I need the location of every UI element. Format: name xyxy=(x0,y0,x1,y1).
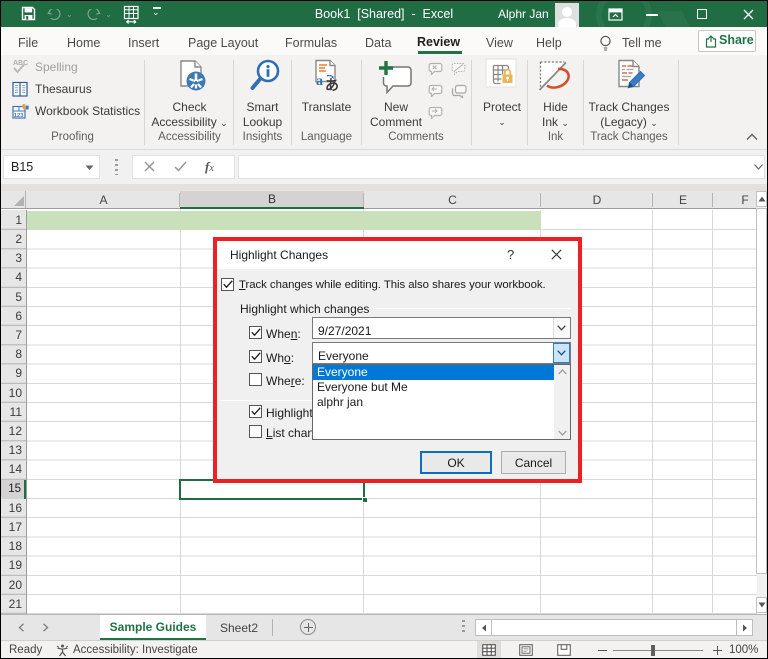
svg-text:あ: あ xyxy=(325,77,339,93)
svg-text:a: a xyxy=(316,74,323,89)
svg-text:ABC: ABC xyxy=(13,60,28,67)
svg-text:123: 123 xyxy=(14,113,24,119)
